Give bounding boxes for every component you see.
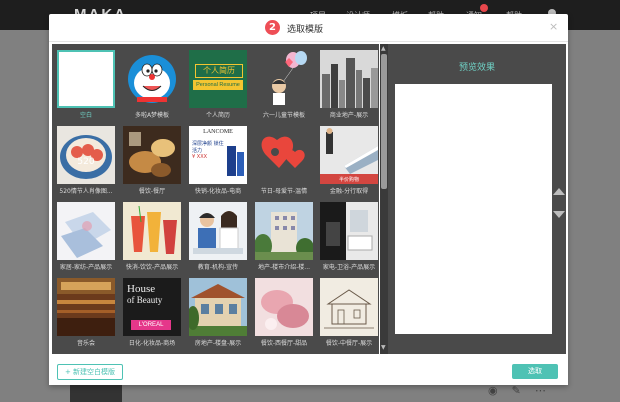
template-label: 餐饮-餐厅	[138, 188, 166, 195]
home-textile-thumb	[57, 202, 115, 260]
template-label: 音乐会	[76, 340, 95, 347]
house-of-beauty-thumb: House of Beauty L'OREAL	[123, 278, 181, 336]
template-tile[interactable]: 音乐会	[57, 278, 115, 348]
beauty-title-2: of Beauty	[127, 295, 163, 305]
template-tile[interactable]: 快消-饮饮-产品展示	[123, 202, 181, 272]
edit-icon[interactable]: ✎	[512, 384, 521, 397]
preview-title: 预览效果	[458, 63, 495, 73]
finance-train-thumb: 半价购物	[320, 126, 378, 184]
bg-action-icons: ◉ ✎ ⋯	[488, 384, 560, 397]
template-label: 教育-机构-宣传	[197, 264, 239, 271]
product-bottle	[237, 152, 244, 176]
page-down-icon[interactable]	[553, 211, 565, 218]
template-tile[interactable]: 房地产-楼盘-展示	[189, 278, 247, 348]
mothers-day-thumb	[255, 126, 313, 184]
product-bottle	[227, 146, 236, 176]
city-skyline-thumb	[320, 50, 378, 108]
template-label: 多啦A梦模板	[134, 112, 170, 119]
scroll-up-icon[interactable]: ▲	[381, 45, 386, 52]
template-label: 节日-母爱节-温情	[260, 188, 308, 195]
new-blank-template-button[interactable]: + 新建空白模版	[57, 364, 123, 380]
template-thumb-blank	[57, 50, 115, 108]
template-label: 520情节人肖像图...	[59, 188, 113, 195]
villa-thumb	[189, 278, 247, 336]
scroll-thumb[interactable]	[381, 54, 387, 189]
notification-badge	[480, 4, 488, 12]
template-tile[interactable]: 节日-母爱节-温情	[255, 126, 313, 196]
lancome-brand: LANCOME	[203, 129, 233, 135]
template-tile[interactable]: 多啦A梦模板	[123, 50, 181, 120]
template-tile[interactable]: 家电-卫浴-产品展示	[320, 202, 378, 272]
template-tile[interactable]: 地产-楼市介绍-楼...	[255, 202, 313, 272]
finance-banner: 半价购物	[339, 176, 359, 183]
template-label: 餐饮-西餐厅-甜品	[260, 340, 308, 347]
doraemon-thumb	[123, 50, 181, 108]
eye-icon[interactable]: ◉	[488, 384, 498, 397]
food-number: 520	[77, 157, 94, 167]
beauty-title-1: House	[127, 283, 156, 295]
template-label: 个人简历	[205, 112, 230, 119]
template-label: 地产-楼市介绍-楼...	[257, 264, 311, 271]
beauty-brand: L'OREAL	[131, 320, 171, 330]
restaurant-thumb	[123, 126, 181, 184]
food-platter-thumb: 520	[57, 126, 115, 184]
template-tile[interactable]: 六一儿童节模板	[255, 50, 313, 120]
template-tile[interactable]: LANCOME 深层净颜 锁住活力 ¥ XXX 快销-化妆品-电商	[189, 126, 247, 196]
dialog-footer: + 新建空白模版 选取	[49, 356, 568, 385]
template-picker-dialog: 2 选取模版 × 空白 多啦A梦模板 个人简历 Personal Resume …	[49, 14, 568, 385]
template-label: 家居-家纺-产品展示	[59, 264, 113, 271]
preview-panel: 预览效果	[388, 44, 566, 354]
template-label: 金融-分行取得	[329, 188, 369, 195]
chinese-restaurant-thumb	[320, 278, 378, 336]
template-label: 日化-化妆品-商场	[128, 340, 176, 347]
template-tile[interactable]: 教育-机构-宣传	[189, 202, 247, 272]
childrens-day-thumb	[255, 50, 313, 108]
preview-canvas	[395, 84, 552, 334]
template-tile[interactable]: 餐饮-西餐厅-甜品	[255, 278, 313, 348]
close-icon[interactable]: ×	[549, 20, 558, 33]
template-grid-scrollbar[interactable]: ▲ ▼	[380, 44, 388, 354]
template-tile[interactable]: 餐饮-中餐厅-展示	[320, 278, 378, 348]
education-thumb	[189, 202, 247, 260]
template-grid: 空白 多啦A梦模板 个人简历 Personal Resume 个人简历 六一儿童…	[52, 44, 379, 354]
template-label: 房地产-楼盘-展示	[194, 340, 242, 347]
template-label: 家电-卫浴-产品展示	[322, 264, 376, 271]
dialog-header: 2 选取模版 ×	[49, 14, 568, 42]
real-estate-thumb	[255, 202, 313, 260]
template-label: 六一儿童节模板	[262, 112, 305, 119]
select-button[interactable]: 选取	[512, 364, 558, 379]
template-label: 快消-饮饮-产品展示	[125, 264, 179, 271]
scroll-down-icon[interactable]: ▼	[381, 344, 386, 351]
template-tile[interactable]: House of Beauty L'OREAL 日化-化妆品-商场	[123, 278, 181, 348]
template-tile[interactable]: 个人简历 Personal Resume 个人简历	[189, 50, 247, 120]
bathroom-thumb	[320, 202, 378, 260]
lancome-thumb: LANCOME 深层净颜 锁住活力 ¥ XXX	[189, 126, 247, 184]
template-tile-blank[interactable]: 空白	[57, 50, 115, 120]
resume-subtitle: Personal Resume	[193, 80, 243, 90]
lancome-price: ¥ XXX	[192, 154, 208, 160]
dessert-thumb	[255, 278, 313, 336]
template-label: 商业地产-展示	[329, 112, 369, 119]
resume-title: 个人简历	[195, 64, 243, 78]
dialog-title: 选取模版	[287, 25, 324, 35]
concert-hall-thumb	[57, 278, 115, 336]
template-tile[interactable]: 商业地产-展示	[320, 50, 378, 120]
page-up-icon[interactable]	[553, 188, 565, 195]
lancome-slogan: 深层净颜 锁住活力	[192, 141, 224, 154]
template-label: 快销-化妆品-电商	[194, 188, 242, 195]
step-number-badge: 2	[265, 20, 280, 35]
template-tile[interactable]: 半价购物 金融-分行取得	[320, 126, 378, 196]
resume-thumb: 个人简历 Personal Resume	[189, 50, 247, 108]
drinks-thumb	[123, 202, 181, 260]
template-tile[interactable]: 餐饮-餐厅	[123, 126, 181, 196]
template-tile[interactable]: 520 520情节人肖像图...	[57, 126, 115, 196]
template-tile[interactable]: 家居-家纺-产品展示	[57, 202, 115, 272]
template-label: 空白	[79, 112, 92, 119]
template-label: 餐饮-中餐厅-展示	[325, 340, 373, 347]
more-icon[interactable]: ⋯	[535, 384, 546, 397]
